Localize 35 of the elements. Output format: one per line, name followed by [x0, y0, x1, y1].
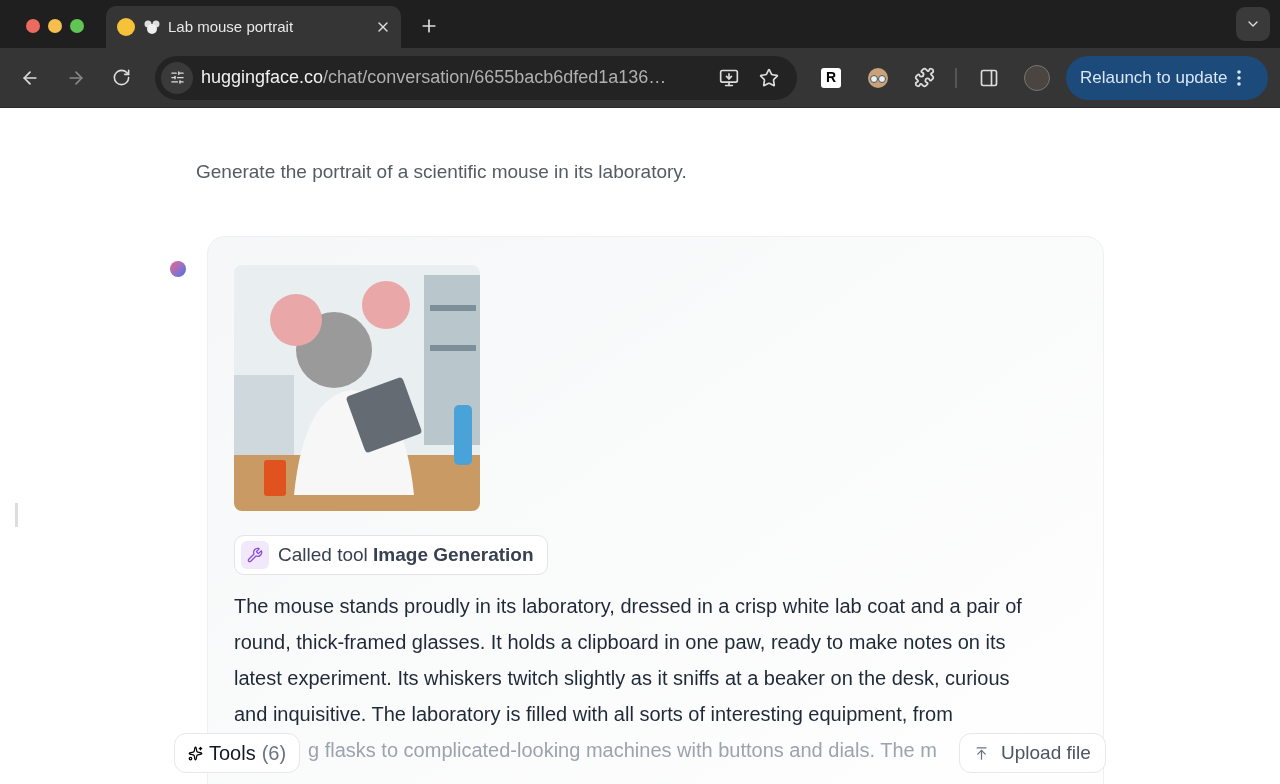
user-prompt: Generate the portrait of a scientific mouse in its laboratory.: [196, 160, 688, 184]
glasses-icon[interactable]: [867, 66, 889, 89]
address-bar[interactable]: huggingface.co/chat/conversation/6655bacb6dfed1a136…: [155, 55, 797, 100]
more-icon: [1237, 69, 1242, 86]
upload-icon: [974, 745, 989, 761]
extensions-icon[interactable]: [914, 67, 935, 88]
url-text: huggingface.co/chat/conversation/6655bacb6dfed1a136…: [201, 66, 668, 89]
tools-label: Tools: [209, 741, 256, 766]
tab-search-button[interactable]: [1236, 7, 1270, 41]
response-text: The mouse stands proudly in its laboratory, dressed in a crisp white lab coat and a pair of round, thick-framed glasses. It holds a clipboard in one paw, ready to make notes on its latest experiment. Its whiskers twitch slightly as it sniffs at a beaker on the desk, curious and inquisitive. The laboratory is filled with all sorts of interesting equipment, from: [234, 594, 1023, 727]
tools-button[interactable]: Tools (6): [174, 733, 301, 773]
assistant-avatar: [170, 261, 186, 277]
minimize-window-icon[interactable]: [48, 19, 62, 33]
mouse-favicon-icon: [144, 19, 160, 35]
extension-button[interactable]: R: [821, 67, 841, 88]
tools-count: (6): [261, 741, 287, 766]
tool-call-label: Called tool Image Generation: [278, 542, 534, 567]
wrench-icon: [241, 541, 269, 569]
sparkles-icon: [188, 745, 203, 761]
profile-avatar[interactable]: [1024, 64, 1050, 91]
reload-icon[interactable]: [112, 68, 131, 87]
maximize-window-icon[interactable]: [70, 19, 84, 33]
bookmark-star-icon[interactable]: [759, 67, 779, 88]
close-window-icon[interactable]: [26, 19, 40, 33]
faded-response-text: g flasks to complicated-looking machines with buttons and dials. The m: [308, 738, 937, 763]
install-app-icon[interactable]: [719, 67, 739, 88]
upload-file-button[interactable]: Upload file: [959, 733, 1106, 773]
tab-title: Lab mouse portrait: [168, 16, 295, 37]
relaunch-button[interactable]: Relaunch to update: [1066, 55, 1268, 100]
tool-call-chip[interactable]: Called tool Image Generation: [234, 535, 548, 575]
resize-handle[interactable]: [15, 503, 18, 527]
side-panel-icon[interactable]: [979, 67, 999, 88]
sliders-icon: [169, 70, 185, 85]
site-info-button[interactable]: [161, 61, 193, 94]
browser-tab[interactable]: Lab mouse portrait: [106, 6, 401, 48]
